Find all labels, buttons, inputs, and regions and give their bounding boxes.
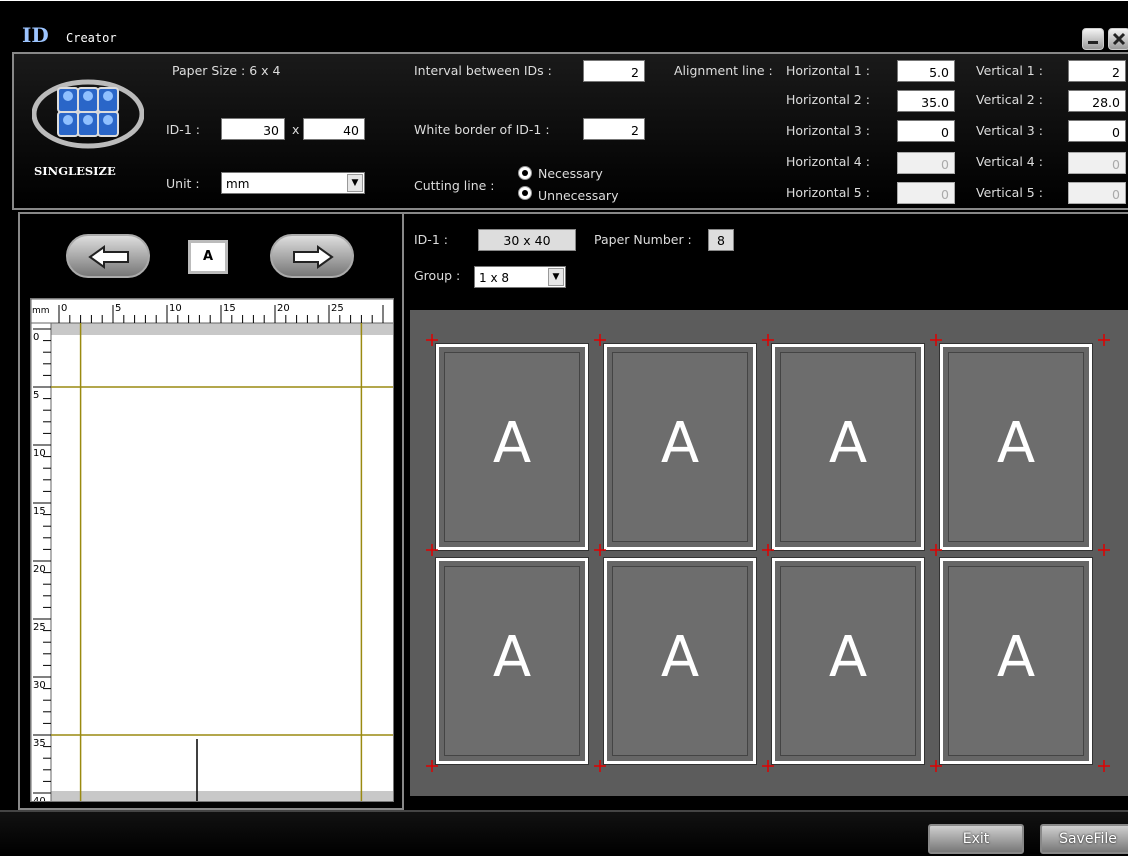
vertical-1-label: Vertical 1 :	[976, 63, 1043, 78]
interval-label: Interval between IDs :	[414, 63, 552, 78]
horizontal-2-input[interactable]	[897, 90, 955, 112]
ruler-left-label: 10	[33, 448, 46, 459]
horizontal-2-label: Horizontal 2 :	[786, 92, 870, 107]
preview-id-size: 30 x 40	[478, 229, 576, 251]
save-file-button[interactable]: SaveFile	[1040, 824, 1128, 854]
vertical-3-label: Vertical 3 :	[976, 123, 1043, 138]
white-border-input[interactable]	[583, 118, 645, 140]
cutting-unnecessary-label[interactable]: Unnecessary	[538, 188, 618, 203]
window-title: Creator	[66, 31, 117, 45]
id-width-input[interactable]	[221, 118, 285, 140]
vertical-2-label: Vertical 2 :	[976, 92, 1043, 107]
side-indicator: A	[188, 240, 228, 274]
ruler-left-label: 35	[33, 738, 46, 749]
alignment-line-label: Alignment line :	[674, 63, 773, 78]
horizontal-1-input[interactable]	[897, 60, 955, 82]
unit-select[interactable]: mm ▼	[221, 172, 365, 194]
interval-input[interactable]	[583, 60, 645, 82]
white-border-label: White border of ID-1 :	[414, 122, 550, 137]
arrow-left-icon	[88, 245, 129, 269]
crop-marks	[426, 334, 1110, 772]
ruler-left-label: 40	[33, 796, 46, 802]
ruler-left-label: 25	[33, 622, 46, 633]
ruler-top-label: 15	[223, 303, 236, 314]
top-margin-band	[31, 323, 393, 335]
horizontal-4-input	[897, 152, 955, 174]
settings-panel: SINGLESIZE Paper Size : 6 x 4 ID-1 : x U…	[12, 52, 1128, 210]
vertical-5-label: Vertical 5 :	[976, 185, 1043, 200]
group-select[interactable]: 1 x 8 ▼	[474, 266, 566, 288]
vertical-2-input[interactable]	[1068, 90, 1126, 112]
vertical-1-input[interactable]	[1068, 60, 1126, 82]
ruler-top-label: 25	[331, 303, 344, 314]
cutting-line-label: Cutting line :	[414, 178, 495, 193]
ruler-left-label: 0	[33, 332, 39, 343]
id-x-label: x	[292, 122, 300, 137]
ruler-top-label: 20	[277, 303, 290, 314]
id-label: ID-1 :	[166, 122, 200, 137]
group-label: Group :	[414, 268, 461, 283]
exit-button[interactable]: Exit	[928, 824, 1024, 854]
next-side-button[interactable]	[270, 234, 354, 278]
arrow-right-icon	[293, 245, 334, 269]
title-bar: ID Creator	[0, 0, 1128, 52]
ruler-top-label: 10	[169, 303, 182, 314]
unit-label: Unit :	[166, 176, 200, 191]
horizontal-5-input	[897, 182, 955, 204]
ruler-left-label: 20	[33, 564, 46, 575]
preview-id-label: ID-1 :	[414, 232, 448, 247]
group-select-value: 1 x 8	[479, 271, 509, 285]
id-editor-canvas[interactable]: mm 0 5 10 15 20 25 0 5 10 15 20 25 30 35 40	[30, 298, 394, 802]
horizontal-4-label: Horizontal 4 :	[786, 154, 870, 169]
footer-bar: Exit SaveFile	[0, 810, 1128, 856]
vertical-5-input	[1068, 182, 1126, 204]
horizontal-1-label: Horizontal 1 :	[786, 63, 870, 78]
print-preview-area: AAAAAAAA	[410, 310, 1128, 796]
close-icon	[1112, 32, 1126, 46]
bottom-margin-band	[31, 791, 393, 801]
vertical-3-input[interactable]	[1068, 120, 1126, 142]
paper-size-label: Paper Size : 6 x 4	[172, 63, 281, 78]
minimize-button[interactable]	[1082, 28, 1104, 50]
unit-select-value: mm	[226, 177, 250, 191]
app-logo-icon: ID	[22, 24, 49, 46]
horizontal-5-label: Horizontal 5 :	[786, 185, 870, 200]
id-height-input[interactable]	[303, 118, 365, 140]
chevron-down-icon[interactable]: ▼	[347, 174, 363, 192]
chevron-down-icon[interactable]: ▼	[548, 268, 564, 286]
ruler-and-guides: mm 0 5 10 15 20 25 0 5 10 15 20 25 30 35 40	[31, 299, 393, 802]
ruler-unit-label: mm	[32, 306, 50, 316]
preview-panel: ID-1 : 30 x 40 Paper Number : 8 Group : …	[404, 212, 1128, 810]
svg-text:ID: ID	[22, 24, 49, 46]
cutting-necessary-label[interactable]: Necessary	[538, 166, 603, 181]
ruler-top-label: 0	[61, 303, 67, 314]
cutting-necessary-radio[interactable]	[518, 166, 532, 180]
paper-number-label: Paper Number :	[594, 232, 692, 247]
ruler-left-label: 15	[33, 506, 46, 517]
logo-caption: SINGLESIZE	[34, 164, 116, 178]
ruler-top-label: 5	[115, 303, 121, 314]
previous-side-button[interactable]	[66, 234, 150, 278]
vertical-4-input	[1068, 152, 1126, 174]
id-grid-logo-icon	[31, 79, 145, 149]
cutting-unnecessary-radio[interactable]	[518, 186, 532, 200]
close-button[interactable]	[1108, 28, 1128, 50]
paper-number-value: 8	[708, 229, 734, 251]
singlesize-logo	[31, 74, 145, 164]
vertical-4-label: Vertical 4 :	[976, 154, 1043, 169]
ruler-left-label: 5	[33, 390, 39, 401]
horizontal-3-label: Horizontal 3 :	[786, 123, 870, 138]
horizontal-3-input[interactable]	[897, 120, 955, 142]
editor-panel: A mm 0 5 10 15 20 25 0 5 10 15 20 25 30 35 40	[18, 212, 404, 810]
ruler-left-label: 30	[33, 680, 46, 691]
